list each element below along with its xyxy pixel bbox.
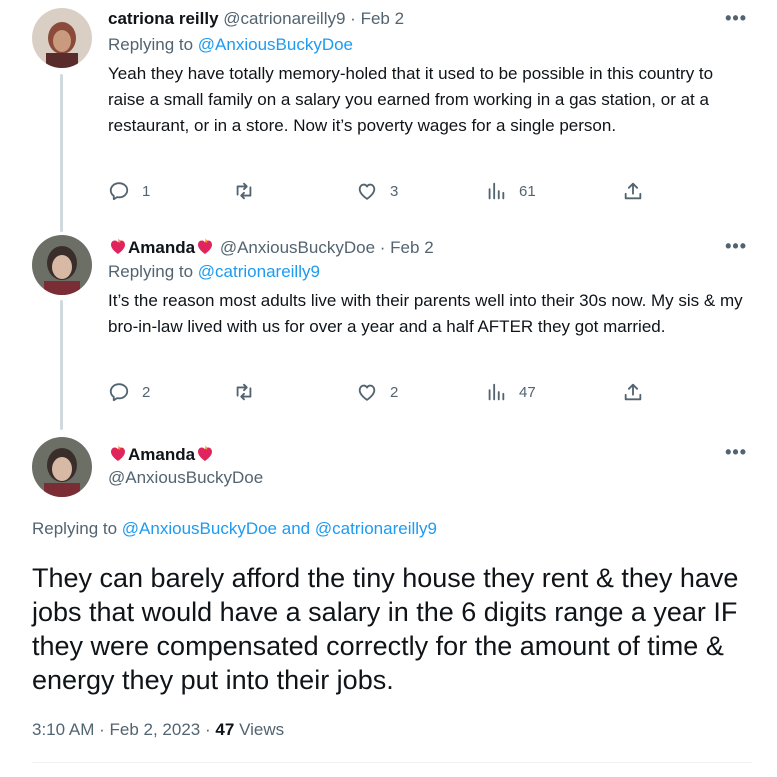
more-icon[interactable]: ••• (725, 442, 747, 463)
more-icon[interactable]: ••• (725, 8, 747, 29)
reply-button[interactable]: 1 (108, 180, 150, 202)
share-icon (624, 182, 642, 200)
reply-icon (109, 182, 129, 201)
share-button[interactable] (622, 381, 644, 403)
replying-to-link[interactable]: @catrionareilly9 (198, 262, 320, 281)
tweet-time[interactable]: 3:10 AM (32, 720, 94, 739)
views-count: 47 (519, 383, 536, 401)
handle[interactable]: @catrionareilly9 (223, 9, 345, 28)
tweet-date[interactable]: Feb 2 (390, 238, 433, 257)
like-button[interactable]: 2 (356, 381, 398, 403)
replying-to-and: and (281, 519, 311, 538)
separator: · (205, 720, 211, 739)
replying-to: Replying to @AnxiousBuckyDoe and @catrio… (32, 519, 437, 539)
views-icon (488, 383, 505, 401)
reply-icon (109, 383, 129, 402)
replying-to-link-1[interactable]: @AnxiousBuckyDoe (122, 519, 277, 538)
heart-on-fire-emoji (198, 445, 213, 461)
display-name[interactable]: catriona reilly (108, 9, 219, 28)
replying-to: Replying to @catrionareilly9 (108, 262, 320, 282)
tweet-body: It’s the reason most adults live with th… (108, 291, 743, 336)
tweet-date[interactable]: Feb 2, 2023 (110, 720, 201, 739)
views-count: 47 (215, 720, 235, 739)
replying-to-label: Replying to (108, 262, 194, 281)
replying-to-link-2[interactable]: @catrionareilly9 (315, 519, 437, 538)
share-button[interactable] (622, 180, 644, 202)
separator: · (379, 238, 386, 257)
separator: · (99, 720, 105, 739)
tweet-body: Yeah they have totally memory-holed that… (108, 64, 714, 135)
reply-button[interactable]: 2 (108, 381, 150, 403)
replying-to: Replying to @AnxiousBuckyDoe (108, 35, 353, 55)
avatar[interactable] (32, 8, 92, 68)
retweet-icon (236, 182, 252, 200)
display-name[interactable]: Amanda (128, 445, 195, 464)
thread-line (60, 74, 63, 232)
more-icon[interactable]: ••• (725, 236, 747, 257)
reply-count: 1 (142, 182, 151, 200)
like-button[interactable]: 3 (356, 180, 398, 202)
heart-on-fire-emoji (198, 238, 213, 254)
avatar[interactable] (32, 437, 92, 497)
views-icon (488, 182, 505, 200)
like-count: 3 (390, 182, 399, 200)
views-button[interactable]: 61 (485, 180, 536, 202)
tweet-meta: 3:10 AM · Feb 2, 2023 · 47 Views (32, 720, 284, 740)
heart-on-fire-emoji (111, 445, 125, 461)
replying-to-link[interactable]: @AnxiousBuckyDoe (198, 35, 353, 54)
reply-count: 2 (142, 383, 151, 401)
replying-to-label: Replying to (32, 519, 118, 538)
divider (32, 762, 752, 763)
heart-on-fire-emoji (111, 238, 125, 254)
handle[interactable]: @AnxiousBuckyDoe (220, 238, 375, 257)
separator: · (350, 9, 356, 28)
retweet-button[interactable] (233, 180, 267, 202)
views-count: 61 (519, 182, 536, 200)
like-icon (358, 183, 376, 200)
retweet-button[interactable] (233, 381, 267, 403)
like-count: 2 (390, 383, 399, 401)
share-icon (624, 383, 642, 401)
handle[interactable]: @AnxiousBuckyDoe (108, 468, 263, 488)
thread-line (60, 300, 63, 430)
replying-to-label: Replying to (108, 35, 194, 54)
tweet-date[interactable]: Feb 2 (361, 9, 404, 28)
retweet-icon (236, 383, 252, 401)
views-button[interactable]: 47 (485, 381, 536, 403)
display-name[interactable]: Amanda (128, 238, 195, 257)
views-label: Views (239, 720, 285, 739)
avatar[interactable] (32, 235, 92, 295)
like-icon (358, 384, 376, 401)
tweet-body: They can barely afford the tiny house th… (32, 563, 739, 695)
